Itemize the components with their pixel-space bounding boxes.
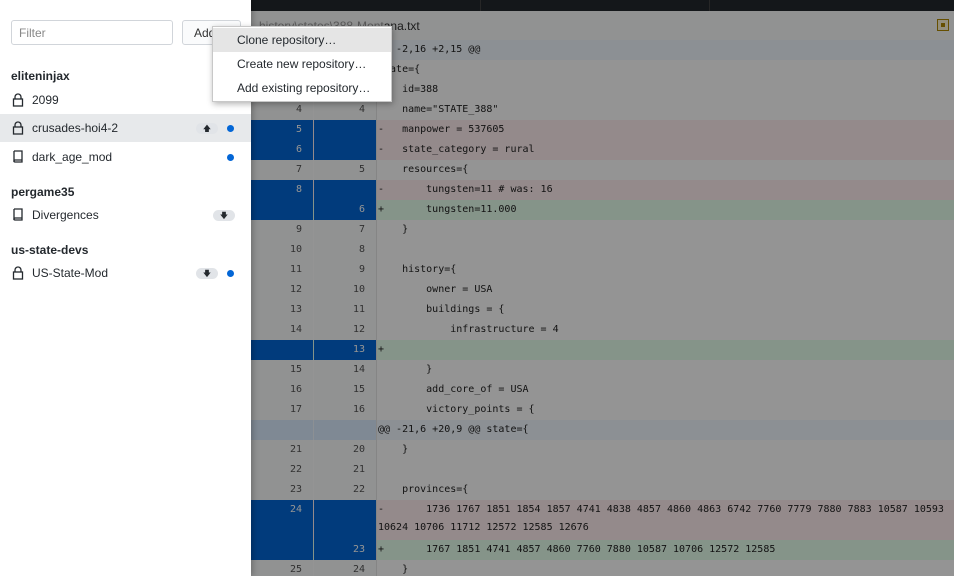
repo-book-icon	[13, 208, 23, 221]
arrow-down-icon: 🡇	[213, 210, 235, 221]
filter-input[interactable]	[11, 20, 173, 45]
repo-name: dark_age_mod	[32, 150, 113, 164]
group-title-pergame35: pergame35	[11, 185, 75, 199]
menu-item-add-existing-repository[interactable]: Add existing repository…	[213, 76, 391, 100]
arrow-up-icon: 🡅	[196, 123, 218, 134]
lock-icon	[12, 121, 24, 135]
menu-item-create-new-repository[interactable]: Create new repository…	[213, 52, 391, 76]
repo-name: crusades-hoi4-2	[32, 121, 119, 135]
lock-icon	[12, 93, 24, 107]
changes-indicator	[227, 125, 234, 132]
group-title-us-state-devs: us-state-devs	[11, 243, 89, 257]
group-title-eliteninjax: eliteninjax	[11, 69, 70, 83]
add-dropdown-menu: Clone repository… Create new repository……	[212, 26, 392, 102]
repo-name: US-State-Mod	[32, 266, 109, 280]
repo-book-icon	[13, 150, 23, 163]
lock-icon	[12, 266, 24, 280]
repo-name: Divergences	[32, 208, 99, 222]
menu-item-clone-repository[interactable]: Clone repository…	[213, 28, 391, 52]
repo-item-divergences[interactable]: Divergences 🡇	[0, 201, 251, 229]
repo-item-us-state-mod[interactable]: US-State-Mod 🡇	[0, 259, 251, 287]
repo-item-dark-age-mod[interactable]: dark_age_mod	[0, 143, 251, 171]
changes-indicator	[227, 270, 234, 277]
changes-indicator	[227, 154, 234, 161]
repo-name: 2099	[32, 93, 59, 107]
repo-item-crusades-hoi4-2[interactable]: crusades-hoi4-2 🡅	[0, 114, 251, 142]
arrow-down-icon: 🡇	[196, 268, 218, 279]
